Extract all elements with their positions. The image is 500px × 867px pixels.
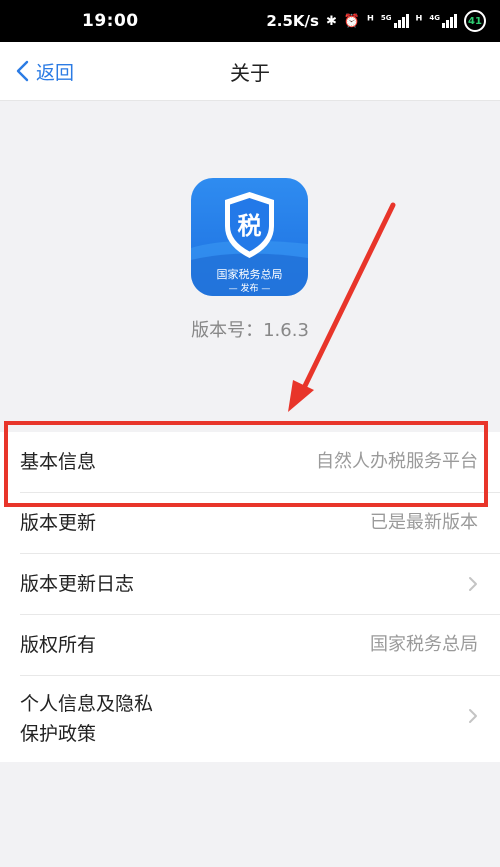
signal-5g-icon: 5G (381, 14, 409, 28)
back-button[interactable]: 返回 (14, 42, 74, 100)
row-value: 已是最新版本 (370, 512, 478, 533)
row-label: 基本信息 (20, 451, 97, 473)
status-icons: 2.5K/s ✱ ⏰ ᵸ 5G ᵸ 4G 41 (266, 10, 486, 32)
back-label: 返回 (36, 61, 75, 84)
volte-icon: ᵸ (367, 13, 374, 29)
version-label: 版本号： (191, 320, 264, 341)
row-label: 版本更新 (20, 512, 97, 534)
list-item-version-update[interactable]: 版本更新 已是最新版本 (20, 493, 500, 554)
chevron-left-icon (16, 60, 29, 82)
app-caption-sub: — 发布 — (228, 284, 271, 294)
about-list: 基本信息 自然人办税服务平台 版本更新 已是最新版本 版本更新日志 版权所有 国… (0, 432, 500, 762)
svg-text:税: 税 (238, 212, 262, 240)
row-value: 国家税务总局 (370, 634, 478, 655)
alarm-icon: ⏰ (343, 13, 361, 29)
battery-icon: 41 (464, 10, 486, 32)
version-text: 版本号：1.6.3 (0, 316, 500, 342)
nav-bar: 关于 返回 (0, 42, 500, 101)
row-label: 个人信息及隐私保护政策 (20, 693, 154, 745)
list-item-copyright[interactable]: 版权所有 国家税务总局 (20, 615, 500, 676)
row-label: 版本更新日志 (20, 573, 135, 595)
status-bar: 19:00 2.5K/s ✱ ⏰ ᵸ 5G ᵸ 4G 41 (0, 0, 500, 42)
version-number: 1.6.3 (263, 320, 309, 341)
chevron-right-icon (469, 577, 477, 591)
page-title: 关于 (230, 60, 270, 85)
row-value: 自然人办税服务平台 (316, 451, 478, 472)
list-item-basic-info[interactable]: 基本信息 自然人办税服务平台 (20, 432, 500, 493)
status-time: 19:00 (82, 11, 139, 31)
app-caption-main: 国家税务总局 (216, 268, 283, 281)
net-speed: 2.5K/s (266, 12, 319, 30)
app-logo: 税 国家税务总局 — 发布 — (191, 178, 308, 296)
row-label: 版权所有 (20, 634, 97, 656)
list-item-privacy-policy[interactable]: 个人信息及隐私保护政策 (20, 676, 500, 762)
chevron-right-icon (469, 709, 477, 723)
volte-icon-2: ᵸ (415, 13, 423, 29)
list-item-update-log[interactable]: 版本更新日志 (20, 554, 500, 615)
signal-4g-icon: 4G (429, 14, 457, 28)
bluetooth-icon: ✱ (325, 13, 337, 29)
